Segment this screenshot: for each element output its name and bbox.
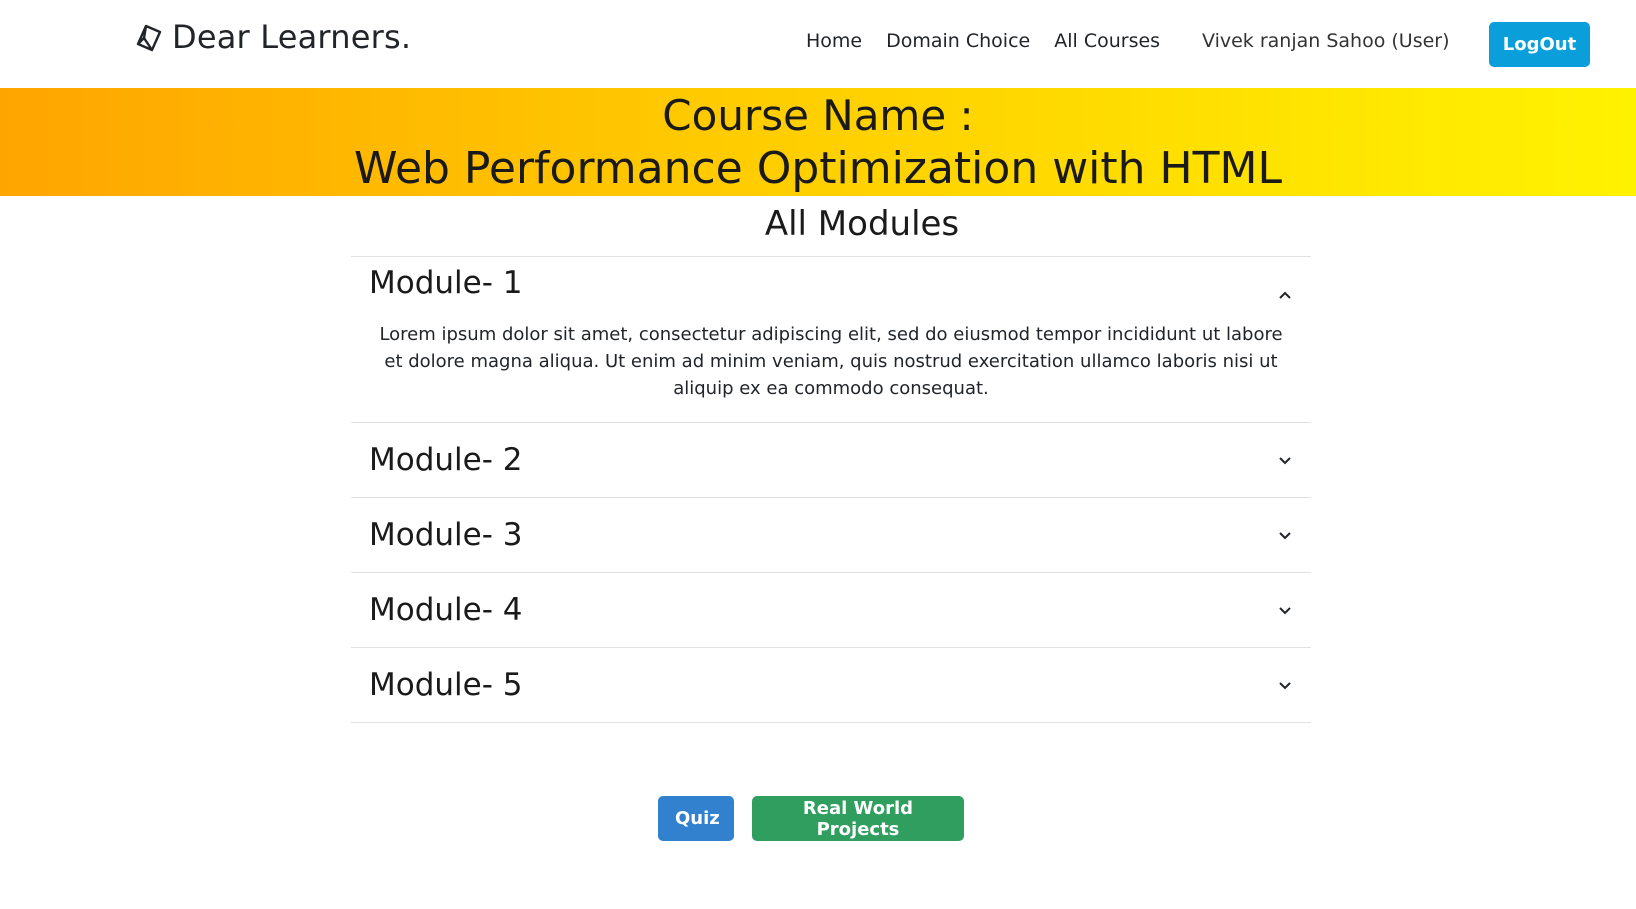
module-2-header[interactable]: Module- 2	[351, 423, 1311, 497]
module-1-header[interactable]: Module- 1	[351, 257, 1311, 315]
module-4-header[interactable]: Module- 4	[351, 573, 1311, 647]
brand-logo[interactable]: Dear Learners.	[134, 18, 411, 56]
chevron-down-icon	[1277, 452, 1293, 468]
module-item: Module- 1 Lorem ipsum dolor sit amet, co…	[351, 256, 1311, 422]
modules-accordion: Module- 1 Lorem ipsum dolor sit amet, co…	[351, 256, 1311, 723]
module-title: Module- 1	[369, 265, 523, 301]
course-banner: Course Name : Web Performance Optimizati…	[0, 88, 1636, 196]
user-name: Vivek ranjan Sahoo (User)	[1202, 30, 1450, 52]
quiz-button[interactable]: Quiz	[658, 796, 734, 841]
nav-domain-choice-link[interactable]: Domain Choice	[886, 30, 1030, 52]
nav-all-courses-link[interactable]: All Courses	[1054, 30, 1160, 52]
real-world-projects-button[interactable]: Real World Projects	[752, 796, 964, 841]
nav-links: Home Domain Choice All Courses	[806, 30, 1184, 52]
all-modules-heading: All Modules	[764, 204, 960, 244]
action-buttons: Quiz Real World Projects	[0, 796, 1636, 841]
module-5-header[interactable]: Module- 5	[351, 648, 1311, 722]
brand-name: Dear Learners.	[172, 18, 412, 56]
course-name-title: Web Performance Optimization with HTML	[354, 143, 1282, 194]
module-3-header[interactable]: Module- 3	[351, 498, 1311, 572]
module-title: Module- 4	[369, 592, 523, 628]
module-item: Module- 3	[351, 497, 1311, 572]
module-1-body: Lorem ipsum dolor sit amet, consectetur …	[379, 324, 1283, 399]
module-title: Module- 3	[369, 517, 523, 553]
course-name-label: Course Name :	[662, 91, 974, 140]
chevron-down-icon	[1277, 602, 1293, 618]
module-item: Module- 4	[351, 572, 1311, 647]
navbar: Dear Learners. Home Domain Choice All Co…	[0, 0, 1636, 88]
module-item: Module- 2	[351, 422, 1311, 497]
module-title: Module- 5	[369, 667, 523, 703]
book-icon	[134, 22, 164, 52]
logout-button[interactable]: LogOut	[1489, 22, 1590, 67]
module-item: Module- 5	[351, 647, 1311, 723]
chevron-down-icon	[1277, 677, 1293, 693]
chevron-up-icon	[1277, 287, 1293, 303]
chevron-down-icon	[1277, 527, 1293, 543]
nav-home-link[interactable]: Home	[806, 30, 862, 52]
module-title: Module- 2	[369, 442, 523, 478]
